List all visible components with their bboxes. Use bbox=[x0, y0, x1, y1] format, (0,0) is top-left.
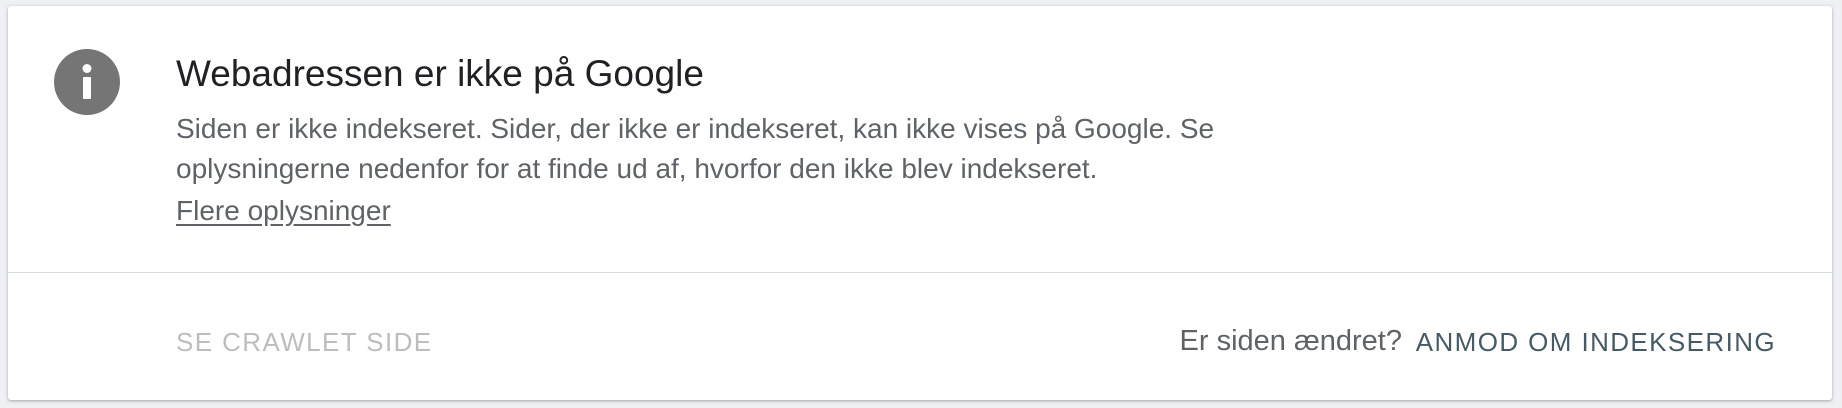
page-changed-label: Er siden ændret? bbox=[1179, 325, 1402, 357]
learn-more-link[interactable]: Flere oplysninger bbox=[176, 191, 391, 231]
divider bbox=[8, 272, 1832, 273]
url-status-card: Webadressen er ikke på Google Siden er i… bbox=[8, 6, 1832, 400]
info-icon bbox=[54, 49, 120, 115]
view-crawled-page-button[interactable]: SE CRAWLET SIDE bbox=[176, 324, 433, 360]
card-title: Webadressen er ikke på Google bbox=[176, 53, 704, 94]
request-indexing-button[interactable]: ANMOD OM INDEKSERING bbox=[1416, 324, 1776, 360]
card-description: Siden er ikke indekseret. Sider, der ikk… bbox=[176, 113, 1215, 184]
